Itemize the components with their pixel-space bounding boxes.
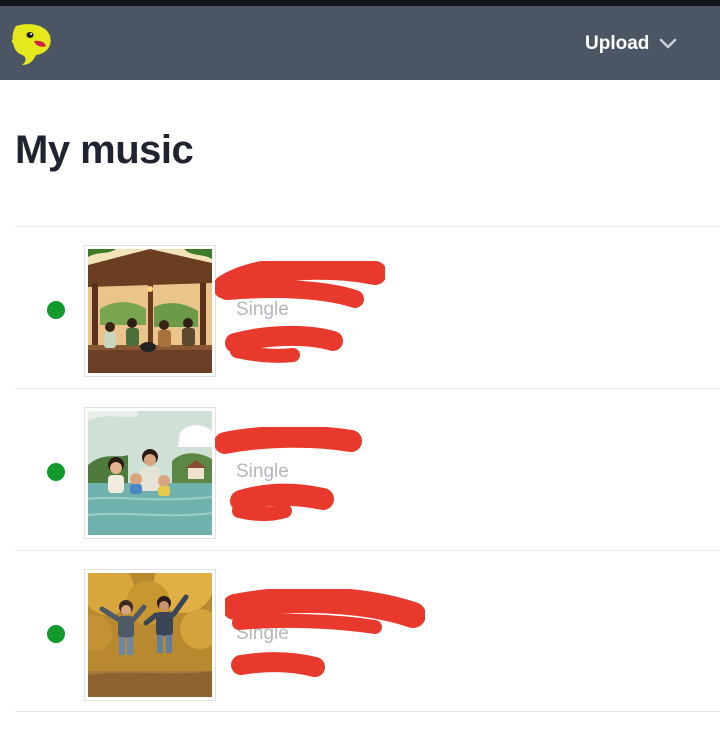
cover-art[interactable] <box>84 245 216 377</box>
list-item[interactable]: Single <box>15 226 720 388</box>
status-indicator <box>47 625 65 643</box>
track-type: Single <box>236 299 289 320</box>
track-type: Single <box>236 461 289 482</box>
upload-label: Upload <box>585 33 650 54</box>
chevron-down-icon <box>660 38 677 49</box>
list-item[interactable]: Single <box>15 550 720 712</box>
family-in-lake-image <box>88 411 212 535</box>
app-header: Upload <box>0 6 720 80</box>
track-list: Single Single Single <box>15 226 720 712</box>
cover-art[interactable] <box>84 569 216 701</box>
status-indicator <box>47 463 65 481</box>
upload-menu-button[interactable]: Upload <box>585 31 677 57</box>
track-type: Single <box>236 623 289 644</box>
porch-band-painting-image <box>88 249 212 373</box>
list-item[interactable]: Single <box>15 388 720 550</box>
status-indicator <box>47 301 65 319</box>
cover-art[interactable] <box>84 407 216 539</box>
kids-jumping-autumn-image <box>88 573 212 697</box>
page-title: My music <box>15 128 194 172</box>
logo-icon[interactable] <box>8 20 56 68</box>
